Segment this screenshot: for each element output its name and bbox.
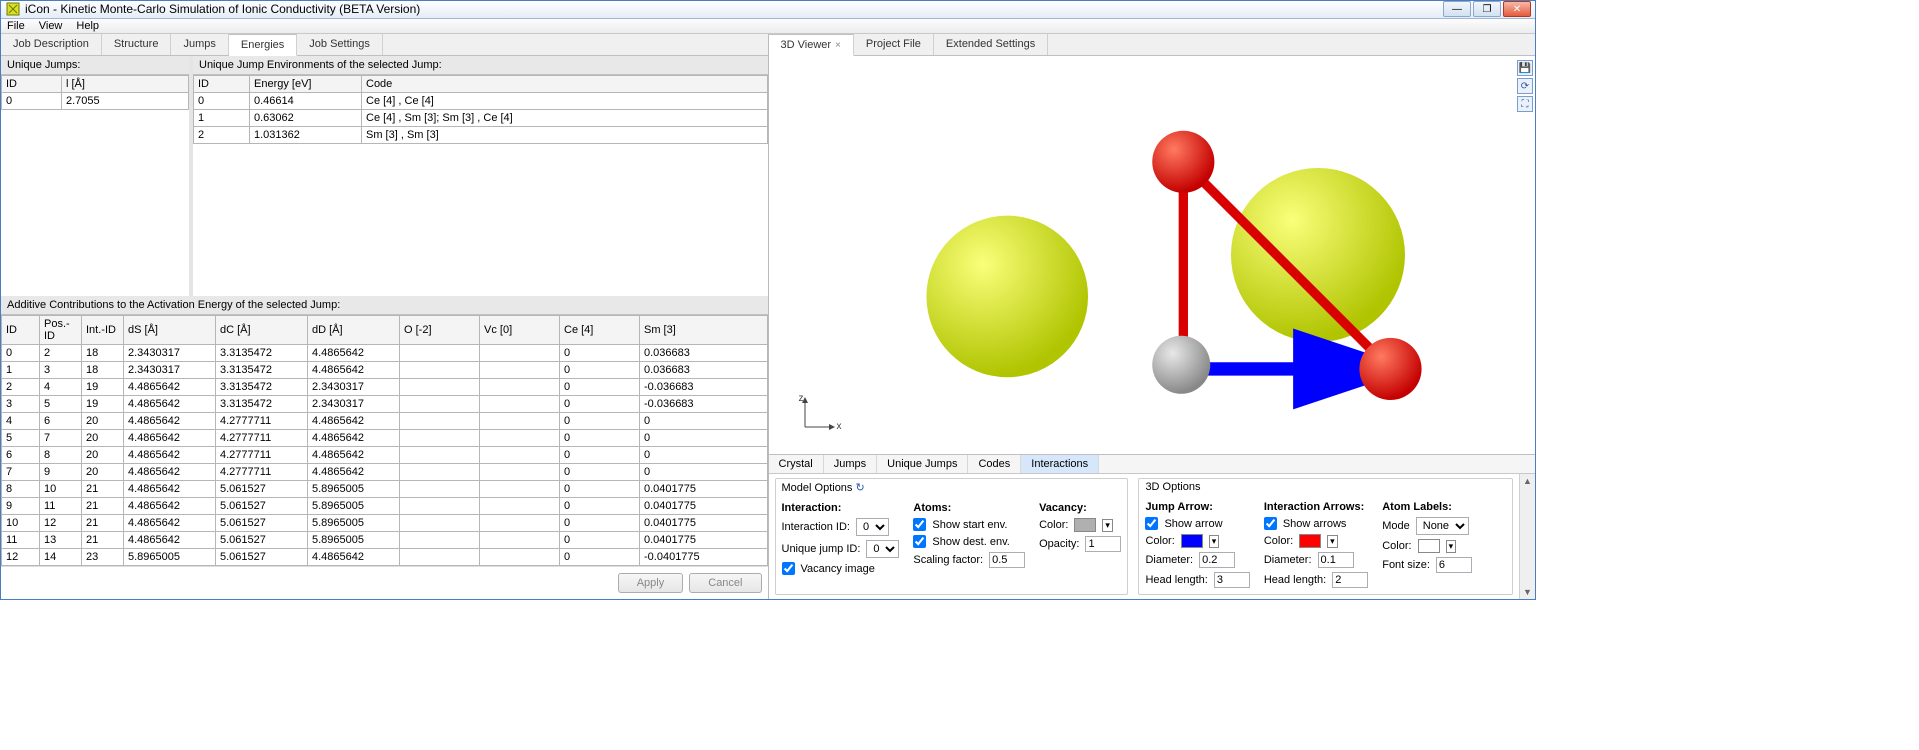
unique-jumps-table[interactable]: IDl [Å] 02.7055 — [1, 75, 189, 110]
table-row[interactable]: 1214235.89650055.0615274.48656420-0.0401… — [2, 549, 768, 566]
close-tab-icon[interactable]: × — [835, 40, 841, 51]
interaction-label: Interaction: — [782, 502, 900, 514]
btab-jumps[interactable]: Jumps — [824, 455, 877, 473]
btab-codes[interactable]: Codes — [968, 455, 1021, 473]
atom-labels-label: Atom Labels: — [1382, 501, 1472, 513]
additive-table[interactable]: ID Pos.-ID Int.-ID dS [Å] dC [Å] dD [Å] … — [1, 315, 768, 566]
label-color-swatch[interactable] — [1418, 539, 1440, 553]
jump-head-length-input[interactable] — [1214, 572, 1250, 588]
bottom-tabs: Crystal Jumps Unique Jumps Codes Interac… — [769, 455, 1536, 474]
table-row[interactable]: 46204.48656424.27777114.486564200 — [2, 413, 768, 430]
table-row[interactable]: 68204.48656424.27777114.486564200 — [2, 447, 768, 464]
app-icon — [5, 1, 21, 17]
jump-arrow-color-swatch[interactable] — [1181, 534, 1203, 548]
tab-extended-settings[interactable]: Extended Settings — [934, 34, 1048, 55]
show-arrow-checkbox[interactable] — [1145, 517, 1158, 530]
scroll-down-icon[interactable]: ▼ — [1523, 587, 1532, 597]
right-tabs: 3D Viewer× Project File Extended Setting… — [769, 34, 1536, 56]
menu-view[interactable]: View — [39, 20, 63, 32]
jump-diameter-input[interactable] — [1199, 552, 1235, 568]
3d-options-title: 3D Options — [1145, 481, 1506, 493]
label-mode-select[interactable]: None — [1416, 517, 1469, 535]
show-start-env-checkbox[interactable] — [913, 518, 926, 531]
menu-file[interactable]: File — [7, 20, 25, 32]
3d-viewer[interactable]: z x 💾 ⟳ ⛶ — [769, 56, 1536, 455]
tab-3d-viewer[interactable]: 3D Viewer× — [769, 34, 854, 56]
table-row[interactable]: 24194.48656423.31354722.34303170-0.03668… — [2, 379, 768, 396]
additive-header: Additive Contributions to the Activation… — [1, 296, 768, 315]
show-arrows-checkbox[interactable] — [1264, 517, 1277, 530]
int-color-dropdown-icon[interactable]: ▾ — [1327, 535, 1338, 548]
titlebar: iCon - Kinetic Monte-Carlo Simulation of… — [1, 1, 1535, 19]
menu-help[interactable]: Help — [76, 20, 99, 32]
apply-button[interactable]: Apply — [618, 573, 684, 593]
col-id: ID — [194, 76, 250, 93]
jump-env-table[interactable]: ID Energy [eV] Code 00.46614Ce [4] , Ce … — [193, 75, 768, 144]
int-arrow-color-swatch[interactable] — [1299, 534, 1321, 548]
viewer-tool-rotate-icon[interactable]: ⟳ — [1517, 78, 1533, 94]
tab-job-description[interactable]: Job Description — [1, 34, 102, 55]
viewer-tool-save-icon[interactable]: 💾 — [1517, 60, 1533, 76]
vacancy-label: Vacancy: — [1039, 502, 1121, 514]
table-row[interactable]: 02182.34303173.31354724.486564200.036683 — [2, 345, 768, 362]
col-energy: Energy [eV] — [250, 76, 362, 93]
table-row[interactable]: 911214.48656425.0615275.896500500.040177… — [2, 498, 768, 515]
interaction-id-select[interactable]: 0 — [856, 518, 889, 536]
col-code: Code — [362, 76, 768, 93]
refresh-icon[interactable]: ↻ — [856, 482, 865, 494]
jump-color-dropdown-icon[interactable]: ▾ — [1209, 535, 1220, 548]
viewer-tool-fit-icon[interactable]: ⛶ — [1517, 96, 1533, 112]
int-head-length-input[interactable] — [1332, 572, 1368, 588]
int-diameter-input[interactable] — [1318, 552, 1354, 568]
unique-jumps-header: Unique Jumps: — [1, 56, 189, 75]
table-row[interactable]: 02.7055 — [2, 93, 189, 110]
scaling-factor-input[interactable] — [989, 552, 1025, 568]
font-size-input[interactable] — [1436, 557, 1472, 573]
table-row[interactable]: 00.46614Ce [4] , Ce [4] — [194, 93, 768, 110]
tab-energies[interactable]: Energies — [229, 34, 297, 56]
scroll-up-icon[interactable]: ▲ — [1523, 476, 1532, 486]
table-row[interactable]: 1012214.48656425.0615275.896500500.04017… — [2, 515, 768, 532]
btab-interactions[interactable]: Interactions — [1021, 455, 1099, 473]
tab-jumps[interactable]: Jumps — [171, 34, 228, 55]
options-scrollbar[interactable]: ▲ ▼ — [1519, 474, 1535, 599]
table-row[interactable]: 79204.48656424.27777114.486564200 — [2, 464, 768, 481]
maximize-button[interactable]: ❐ — [1473, 1, 1501, 17]
minimize-button[interactable]: — — [1443, 1, 1471, 17]
table-row[interactable]: 810214.48656425.0615275.896500500.040177… — [2, 481, 768, 498]
btab-unique-jumps[interactable]: Unique Jumps — [877, 455, 968, 473]
table-row[interactable]: 35194.48656423.31354722.34303170-0.03668… — [2, 396, 768, 413]
vacancy-color-swatch[interactable] — [1074, 518, 1096, 532]
tab-project-file[interactable]: Project File — [854, 34, 934, 55]
jump-env-header: Unique Jump Environments of the selected… — [193, 56, 768, 75]
col-l: l [Å] — [62, 76, 189, 93]
vacancy-color-dropdown-icon[interactable]: ▾ — [1102, 519, 1113, 532]
opacity-input[interactable] — [1085, 536, 1121, 552]
interaction-arrows-label: Interaction Arrows: — [1264, 501, 1368, 513]
menubar: File View Help — [1, 19, 1535, 34]
tab-job-settings[interactable]: Job Settings — [297, 34, 383, 55]
vacancy-image-checkbox[interactable] — [782, 562, 795, 575]
left-tabs: Job Description Structure Jumps Energies… — [1, 34, 768, 56]
tab-structure[interactable]: Structure — [102, 34, 172, 55]
atoms-label: Atoms: — [913, 502, 1025, 514]
table-row[interactable]: 57204.48656424.27777114.486564200 — [2, 430, 768, 447]
btab-crystal[interactable]: Crystal — [769, 455, 824, 473]
show-dest-env-checkbox[interactable] — [913, 535, 926, 548]
jump-arrow-label: Jump Arrow: — [1145, 501, 1249, 513]
model-options-title: Model Options — [782, 482, 853, 494]
table-row[interactable]: 1113214.48656425.0615275.896500500.04017… — [2, 532, 768, 549]
table-row[interactable]: 13182.34303173.31354724.486564200.036683 — [2, 362, 768, 379]
unique-jump-id-select[interactable]: 0 — [866, 540, 899, 558]
table-row[interactable]: 10.63062Ce [4] , Sm [3]; Sm [3] , Ce [4] — [194, 110, 768, 127]
table-row[interactable]: 21.031362Sm [3] , Sm [3] — [194, 127, 768, 144]
label-color-dropdown-icon[interactable]: ▾ — [1446, 540, 1457, 553]
axes-gizmo: z x — [797, 395, 837, 438]
cancel-button[interactable]: Cancel — [689, 573, 761, 593]
close-button[interactable]: ✕ — [1503, 1, 1531, 17]
col-id: ID — [2, 76, 62, 93]
window-title: iCon - Kinetic Monte-Carlo Simulation of… — [25, 2, 1443, 16]
